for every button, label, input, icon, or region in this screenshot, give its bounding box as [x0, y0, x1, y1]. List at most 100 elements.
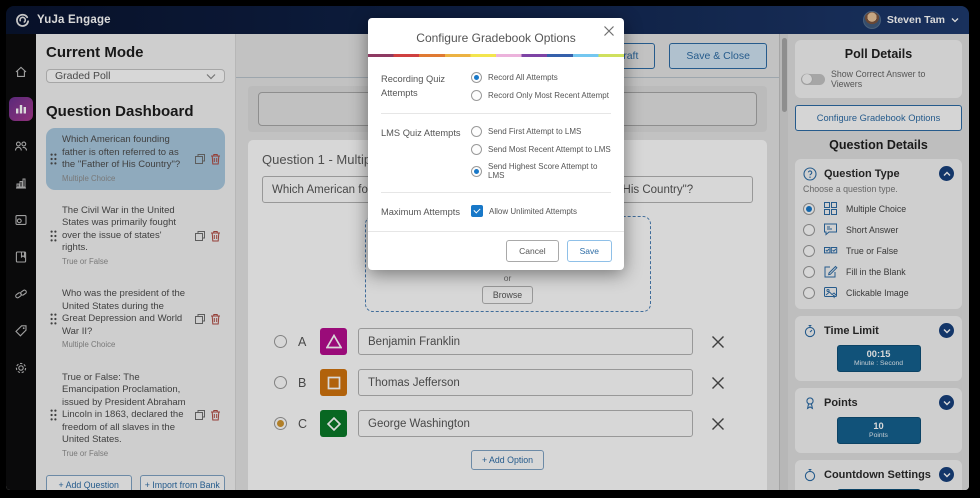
mode-select[interactable]: Graded Poll [46, 69, 225, 83]
nav-participants[interactable] [9, 134, 33, 158]
nav-polls[interactable] [9, 97, 33, 121]
radio-option[interactable]: Record All Attempts [471, 72, 611, 83]
expand-section-button[interactable] [939, 467, 954, 482]
add-question-button[interactable]: + Add Question [46, 475, 132, 490]
radio-option[interactable]: Send Most Recent Attempt to LMS [471, 144, 611, 155]
correct-answer-radio[interactable] [274, 417, 287, 430]
duplicate-icon[interactable] [194, 230, 206, 242]
radio-button[interactable] [471, 165, 482, 177]
nav-results[interactable] [9, 171, 33, 195]
add-option-button[interactable]: + Add Option [470, 450, 545, 470]
duplicate-icon[interactable] [194, 313, 206, 325]
nav-branding[interactable] [9, 319, 33, 343]
type-label: Clickable Image [846, 287, 909, 298]
points-unit: Points [869, 432, 888, 439]
radio-button[interactable] [471, 126, 482, 137]
question-type-subtitle: Choose a question type. [803, 184, 898, 194]
nav-settings[interactable] [9, 356, 33, 380]
duplicate-icon[interactable] [194, 153, 206, 165]
cancel-button[interactable]: Cancel [506, 239, 559, 262]
save-button[interactable]: Save [566, 239, 612, 262]
poll-details-title: Poll Details [844, 47, 913, 61]
question-type-card: Question Type Choose a question type. Mu… [795, 159, 962, 309]
time-limit-unit: Minute : Second [853, 360, 904, 367]
import-from-bank-button[interactable]: + Import from Bank [139, 475, 225, 490]
unlimited-attempts-checkbox[interactable] [471, 205, 483, 217]
drag-handle-icon[interactable] [50, 230, 57, 242]
collapse-section-button[interactable] [939, 166, 954, 181]
delete-icon[interactable] [210, 409, 221, 421]
details-panel: Poll Details Show Correct Answer to View… [788, 34, 969, 490]
type-radio[interactable] [803, 244, 815, 257]
answer-options: A Benjamin Franklin B Thomas Jefferson C… [262, 328, 753, 437]
question-text: Which American founding father is often … [62, 134, 181, 171]
time-limit-value-button[interactable]: 00:15 Minute : Second [836, 345, 921, 372]
save-close-button[interactable]: Save & Close [669, 42, 767, 69]
delete-icon[interactable] [210, 313, 221, 325]
type-radio[interactable] [803, 202, 815, 215]
question-type-option[interactable]: Fill in the Blank [803, 264, 954, 279]
countdown-value-button[interactable]: 10 Second [836, 489, 921, 490]
recording-attempts-section: Recording Quiz Attempts Record All Attem… [381, 67, 611, 106]
delete-icon[interactable] [210, 230, 221, 242]
points-value-button[interactable]: 10 Points [836, 417, 921, 444]
radio-option[interactable]: Record Only Most Recent Attempt [471, 90, 611, 101]
type-radio[interactable] [803, 223, 815, 236]
option-text-input[interactable] [358, 410, 693, 437]
max-attempts-label: Maximum Attempts [381, 207, 461, 217]
question-list-item[interactable]: The Civil War in the United States was p… [46, 199, 225, 273]
correct-answer-radio[interactable] [274, 335, 287, 348]
radio-option[interactable]: Send First Attempt to LMS [471, 126, 611, 137]
drag-handle-icon[interactable] [50, 409, 57, 421]
nav-question-bank[interactable] [9, 245, 33, 269]
type-radio[interactable] [803, 265, 815, 278]
show-correct-label: Show Correct Answer to Viewers [831, 69, 926, 89]
media-icon [15, 215, 27, 225]
option-letter: C [298, 416, 308, 431]
branding-icon [15, 325, 27, 337]
type-radio[interactable] [803, 286, 815, 299]
radio-option[interactable]: Send Highest Score Attempt to LMS [471, 162, 611, 180]
question-list-item[interactable]: Who was the president of the United Stat… [46, 282, 225, 356]
scrollbar-thumb[interactable] [781, 38, 787, 112]
remove-option-icon[interactable] [710, 334, 726, 350]
drag-handle-icon[interactable] [50, 313, 57, 325]
remove-option-icon[interactable] [710, 375, 726, 391]
question-type-option[interactable]: Clickable Image [803, 285, 954, 300]
nav-home[interactable] [9, 60, 33, 84]
radio-button[interactable] [471, 72, 482, 83]
radio-button[interactable] [471, 90, 482, 101]
medal-icon [806, 396, 814, 410]
correct-answer-radio[interactable] [274, 376, 287, 389]
settings-icon [15, 362, 27, 374]
browse-button[interactable]: Browse [481, 285, 534, 304]
user-menu[interactable]: Steven Tam [862, 11, 959, 29]
radio-button[interactable] [471, 144, 482, 155]
grid-icon [824, 202, 837, 215]
question-type-option[interactable]: True or False [803, 243, 954, 258]
type-label: Short Answer [846, 224, 899, 235]
expand-section-button[interactable] [939, 395, 954, 410]
delete-icon[interactable] [210, 153, 221, 165]
nav-integrations[interactable] [9, 282, 33, 306]
drag-handle-icon[interactable] [50, 153, 57, 165]
question-list-item[interactable]: Which American founding father is often … [46, 128, 225, 190]
nav-media[interactable] [9, 208, 33, 232]
configure-gradebook-button[interactable]: Configure Gradebook Options [795, 105, 962, 131]
question-type-option[interactable]: Short Answer [803, 222, 954, 237]
option-text-input[interactable] [358, 328, 693, 355]
duplicate-icon[interactable] [194, 409, 206, 421]
scrollbar-track[interactable] [779, 34, 788, 490]
time-limit-value: 00:15 [866, 349, 891, 359]
expand-section-button[interactable] [939, 323, 954, 338]
close-icon[interactable] [603, 25, 615, 37]
avatar[interactable] [862, 11, 881, 29]
question-type-option[interactable]: Multiple Choice [803, 201, 954, 216]
remove-option-icon[interactable] [710, 416, 726, 432]
option-text-input[interactable] [358, 369, 693, 396]
show-correct-toggle[interactable] [801, 73, 825, 85]
question-list-item[interactable]: True or False: The Emancipation Proclama… [46, 366, 225, 465]
modal-title: Configure Gradebook Options [416, 31, 576, 45]
checkbox-option[interactable]: Allow Unlimited Attempts [471, 205, 611, 217]
app-window: YuJa Engage Steven Tam Current Mode Grad… [0, 0, 980, 498]
